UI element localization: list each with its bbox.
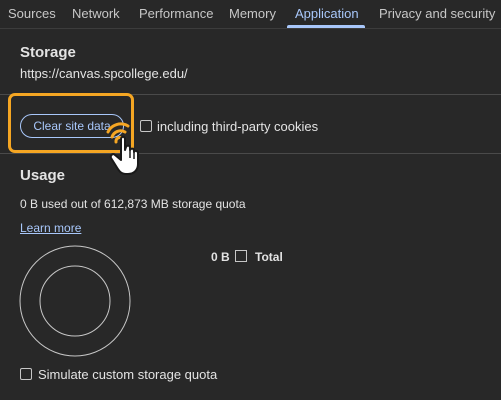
divider [0, 153, 501, 154]
tab-application[interactable]: Application [295, 6, 359, 21]
pointing-hand-click-icon [106, 122, 139, 175]
usage-summary: 0 B used out of 612,873 MB storage quota [20, 197, 246, 211]
active-tab-indicator [287, 25, 365, 28]
usage-heading: Usage [20, 167, 66, 184]
simulate-quota-label: Simulate custom storage quota [38, 367, 218, 382]
legend-total-value: 0 B [211, 250, 230, 264]
application-panel: Sources Network Performance Memory Appli… [0, 0, 501, 400]
legend-total-swatch [235, 250, 247, 262]
tab-sources[interactable]: Sources [8, 6, 56, 21]
learn-more-link[interactable]: Learn more [20, 221, 81, 235]
tab-memory[interactable]: Memory [229, 6, 276, 21]
legend-total-label: Total [255, 250, 283, 264]
pie-inner-ring [39, 265, 111, 337]
third-party-cookies-label: including third-party cookies [157, 119, 319, 134]
tab-performance[interactable]: Performance [139, 6, 213, 21]
site-origin: https://canvas.spcollege.edu/ [20, 66, 188, 81]
devtools-tab-bar: Sources Network Performance Memory Appli… [0, 0, 501, 29]
tab-network[interactable]: Network [72, 6, 120, 21]
storage-heading: Storage [20, 44, 76, 61]
pie-outer-ring [19, 245, 131, 357]
tab-privacy-and-security[interactable]: Privacy and security [379, 6, 495, 21]
usage-pie-chart [19, 245, 131, 357]
simulate-quota-checkbox[interactable] [20, 368, 32, 380]
